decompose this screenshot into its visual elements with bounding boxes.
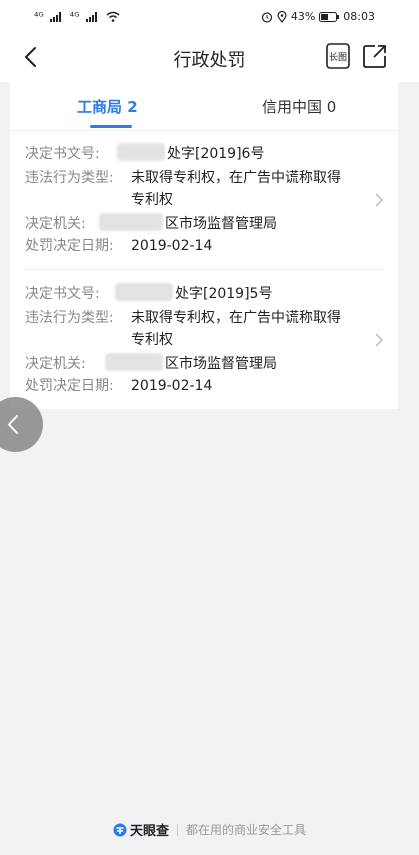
redacted-mask xyxy=(105,353,163,371)
tianyancha-logo-icon xyxy=(113,823,127,836)
penalty-record[interactable]: 决定书文号: 处字[2019]6号 违法行为类型: 未取得专利权，在广告中谎称取… xyxy=(10,131,398,270)
doc-no-row: 决定书文号: 处字[2019]6号 xyxy=(25,143,264,165)
footer: 天眼查 都在用的商业安全工具 xyxy=(0,820,419,839)
violation-value: 未取得专利权，在广告中谎称取得 专利权 xyxy=(131,307,341,351)
doc-no-row: 决定书文号: 处字[2019]5号 xyxy=(25,283,272,305)
doc-no-label: 决定书文号: xyxy=(25,146,100,162)
redacted-mask xyxy=(115,283,173,301)
violation-value: 未取得专利权，在广告中谎称取得 专利权 xyxy=(131,167,341,211)
redacted-mask xyxy=(99,213,163,231)
brand-name: 天眼查 xyxy=(129,824,169,839)
violation-label: 违法行为类型: xyxy=(25,310,114,326)
violation-line-2: 专利权 xyxy=(131,332,173,348)
long-image-button[interactable]: 长图 xyxy=(325,43,351,69)
date-row: 处罚决定日期: 2019-02-14 xyxy=(25,235,212,257)
battery-percent: 43% xyxy=(290,10,316,23)
long-image-icon: 长图 xyxy=(326,43,350,69)
violation-row: 违法行为类型: 未取得专利权，在广告中谎称取得 专利权 xyxy=(25,307,341,351)
share-icon[interactable] xyxy=(362,43,388,69)
doc-no-value: 处字[2019]5号 xyxy=(175,286,273,302)
tab-bar: 工商局 2 信用中国 0 xyxy=(10,82,398,131)
tab-credit-china[interactable]: 信用中国 0 xyxy=(262,96,336,117)
brand-logo: 天眼查 xyxy=(113,820,169,839)
chevron-right-icon xyxy=(375,193,384,207)
violation-row: 违法行为类型: 未取得专利权，在广告中谎称取得 专利权 xyxy=(25,167,341,211)
chevron-right-icon xyxy=(375,333,384,347)
authority-value: 区市场监督管理局 xyxy=(165,216,277,232)
signal-bars-icon xyxy=(85,11,97,22)
battery-icon xyxy=(319,11,340,22)
chevron-left-icon xyxy=(7,415,18,434)
cell-signal-2: ⁴ᴳ xyxy=(69,10,80,23)
date-row: 处罚决定日期: 2019-02-14 xyxy=(25,375,212,397)
authority-row: 决定机关: 区市场监督管理局 xyxy=(25,213,277,235)
date-value: 2019-02-14 xyxy=(131,238,213,254)
authority-value: 区市场监督管理局 xyxy=(165,356,277,372)
status-bar: ⁴ᴳ ⁴ᴳ 43% 08:03 xyxy=(0,0,419,34)
doc-no-value: 处字[2019]6号 xyxy=(167,146,265,162)
footer-slogan: 都在用的商业安全工具 xyxy=(186,823,307,837)
date-label: 处罚决定日期: xyxy=(25,378,114,394)
redacted-mask xyxy=(117,143,165,161)
clock: 08:03 xyxy=(343,10,375,23)
violation-line-1: 未取得专利权，在广告中谎称取得 xyxy=(131,310,341,326)
date-label: 处罚决定日期: xyxy=(25,238,114,254)
status-right: 43% 08:03 xyxy=(261,10,375,23)
page-title: 行政处罚 xyxy=(173,50,246,71)
wifi-icon xyxy=(106,11,120,22)
long-image-label: 长图 xyxy=(329,51,347,63)
authority-row: 决定机关: 区市场监督管理局 xyxy=(25,353,277,375)
divider xyxy=(25,269,383,270)
penalty-list: 决定书文号: 处字[2019]6号 违法行为类型: 未取得专利权，在广告中谎称取… xyxy=(10,131,398,409)
active-tab-indicator xyxy=(90,125,132,128)
signal-bars-icon xyxy=(49,11,61,22)
cell-signal-1: ⁴ᴳ xyxy=(34,10,44,23)
status-left: ⁴ᴳ ⁴ᴳ xyxy=(34,10,120,23)
violation-line-2: 专利权 xyxy=(131,192,173,208)
app-header: 行政处罚 长图 xyxy=(0,34,419,82)
date-value: 2019-02-14 xyxy=(131,378,213,394)
floating-back-button[interactable] xyxy=(0,397,43,452)
tab-business-bureau[interactable]: 工商局 2 xyxy=(77,96,138,117)
location-icon xyxy=(277,10,287,23)
violation-line-1: 未取得专利权，在广告中谎称取得 xyxy=(131,170,341,186)
divider xyxy=(177,823,178,836)
penalty-record[interactable]: 决定书文号: 处字[2019]5号 违法行为类型: 未取得专利权，在广告中谎称取… xyxy=(10,271,398,409)
alarm-icon xyxy=(261,11,272,23)
violation-label: 违法行为类型: xyxy=(25,170,114,186)
